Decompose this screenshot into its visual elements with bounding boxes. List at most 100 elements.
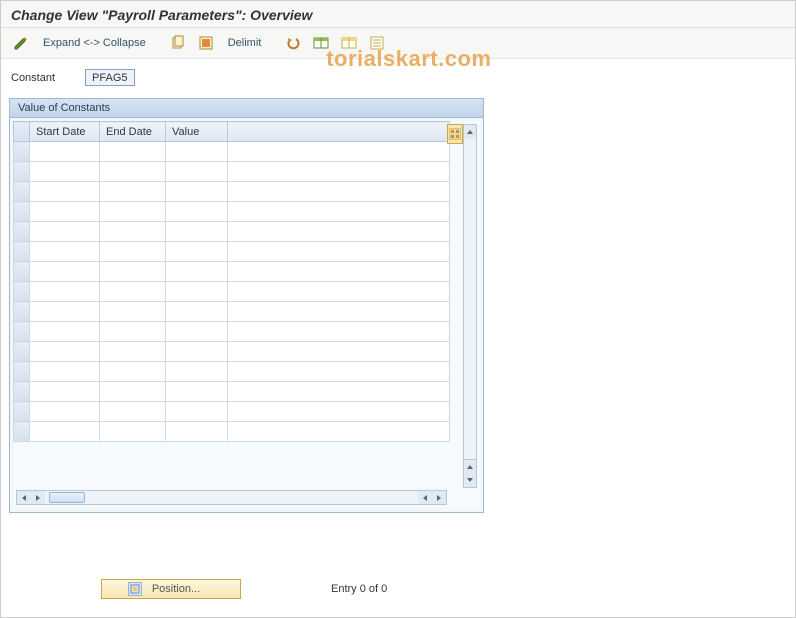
table-cell[interactable] — [30, 162, 100, 182]
table-cell[interactable] — [228, 402, 450, 422]
table-row[interactable] — [14, 382, 450, 402]
table-cell[interactable] — [228, 322, 450, 342]
delimit-button[interactable]: Delimit — [222, 33, 268, 53]
table-cell[interactable] — [166, 342, 228, 362]
table-cell[interactable] — [166, 422, 228, 442]
table-cell[interactable] — [30, 142, 100, 162]
column-header-value[interactable]: Value — [166, 122, 228, 142]
table-cell[interactable] — [100, 242, 166, 262]
table-cell[interactable] — [30, 402, 100, 422]
table-cell[interactable] — [30, 322, 100, 342]
table-cell[interactable] — [100, 422, 166, 442]
scroll-left-button[interactable] — [17, 491, 31, 504]
row-selector[interactable] — [14, 422, 30, 442]
table-row[interactable] — [14, 282, 450, 302]
table-row[interactable] — [14, 162, 450, 182]
table-cell[interactable] — [30, 262, 100, 282]
scroll-right-button[interactable] — [432, 491, 446, 504]
table-cell[interactable] — [166, 142, 228, 162]
table-cell[interactable] — [30, 342, 100, 362]
table-cell[interactable] — [166, 162, 228, 182]
table-cell[interactable] — [228, 222, 450, 242]
table-cell[interactable] — [166, 182, 228, 202]
table-cell[interactable] — [228, 302, 450, 322]
row-selector[interactable] — [14, 362, 30, 382]
table-cell[interactable] — [166, 262, 228, 282]
table-row[interactable] — [14, 262, 450, 282]
table-cell[interactable] — [30, 242, 100, 262]
row-selector[interactable] — [14, 382, 30, 402]
table-cell[interactable] — [228, 362, 450, 382]
horizontal-scrollbar[interactable] — [16, 490, 447, 505]
table-cell[interactable] — [100, 142, 166, 162]
table-cell[interactable] — [166, 282, 228, 302]
row-selector-header[interactable] — [14, 122, 30, 142]
scroll-down-button[interactable] — [464, 473, 476, 487]
table-row[interactable] — [14, 402, 450, 422]
table-cell[interactable] — [30, 182, 100, 202]
column-header-end-date[interactable]: End Date — [100, 122, 166, 142]
table-cell[interactable] — [30, 282, 100, 302]
table-cell[interactable] — [100, 282, 166, 302]
table-row[interactable] — [14, 242, 450, 262]
table-cell[interactable] — [100, 382, 166, 402]
table-cell[interactable] — [228, 262, 450, 282]
table-cell[interactable] — [100, 402, 166, 422]
table-cell[interactable] — [228, 162, 450, 182]
table-cell[interactable] — [100, 202, 166, 222]
table-cell[interactable] — [100, 362, 166, 382]
undo-button[interactable] — [281, 33, 305, 53]
table-row[interactable] — [14, 202, 450, 222]
table-cell[interactable] — [30, 382, 100, 402]
table-cell[interactable] — [30, 302, 100, 322]
scroll-up-button[interactable] — [464, 125, 476, 139]
column-header-start-date[interactable]: Start Date — [30, 122, 100, 142]
row-selector[interactable] — [14, 222, 30, 242]
scroll-right-inner-button[interactable] — [31, 491, 45, 504]
table-cell[interactable] — [166, 202, 228, 222]
scroll-left-inner-button[interactable] — [418, 491, 432, 504]
scrollbar-track[interactable] — [45, 491, 418, 504]
table-row[interactable] — [14, 342, 450, 362]
table-cell[interactable] — [166, 362, 228, 382]
row-selector[interactable] — [14, 342, 30, 362]
table-row[interactable] — [14, 142, 450, 162]
row-selector[interactable] — [14, 142, 30, 162]
table-cell[interactable] — [30, 222, 100, 242]
row-selector[interactable] — [14, 242, 30, 262]
table-cell[interactable] — [100, 262, 166, 282]
table-cell[interactable] — [100, 342, 166, 362]
print-button[interactable] — [365, 33, 389, 53]
select-all-button[interactable] — [194, 33, 218, 53]
table-cell[interactable] — [166, 382, 228, 402]
row-selector[interactable] — [14, 262, 30, 282]
table-cell[interactable] — [30, 202, 100, 222]
table-cell[interactable] — [228, 282, 450, 302]
table-row[interactable] — [14, 422, 450, 442]
table-cell[interactable] — [100, 162, 166, 182]
table-config-button[interactable] — [447, 124, 463, 144]
copy-button[interactable] — [166, 33, 190, 53]
table-row[interactable] — [14, 222, 450, 242]
row-selector[interactable] — [14, 182, 30, 202]
vertical-scrollbar[interactable] — [463, 124, 477, 488]
table-cell[interactable] — [100, 182, 166, 202]
table-row[interactable] — [14, 362, 450, 382]
edit-toggle-button[interactable] — [9, 33, 33, 53]
table-cell[interactable] — [228, 202, 450, 222]
table-cell[interactable] — [228, 182, 450, 202]
scrollbar-thumb[interactable] — [49, 492, 85, 503]
table-cell[interactable] — [100, 222, 166, 242]
table-cell[interactable] — [228, 342, 450, 362]
row-selector[interactable] — [14, 202, 30, 222]
table-cell[interactable] — [100, 302, 166, 322]
table-cell[interactable] — [228, 142, 450, 162]
table-cell[interactable] — [166, 402, 228, 422]
table-cell[interactable] — [228, 382, 450, 402]
table-row[interactable] — [14, 322, 450, 342]
table-row[interactable] — [14, 182, 450, 202]
save-button[interactable] — [309, 33, 333, 53]
table-cell[interactable] — [166, 222, 228, 242]
column-header-blank[interactable] — [228, 122, 450, 142]
table-cell[interactable] — [166, 322, 228, 342]
